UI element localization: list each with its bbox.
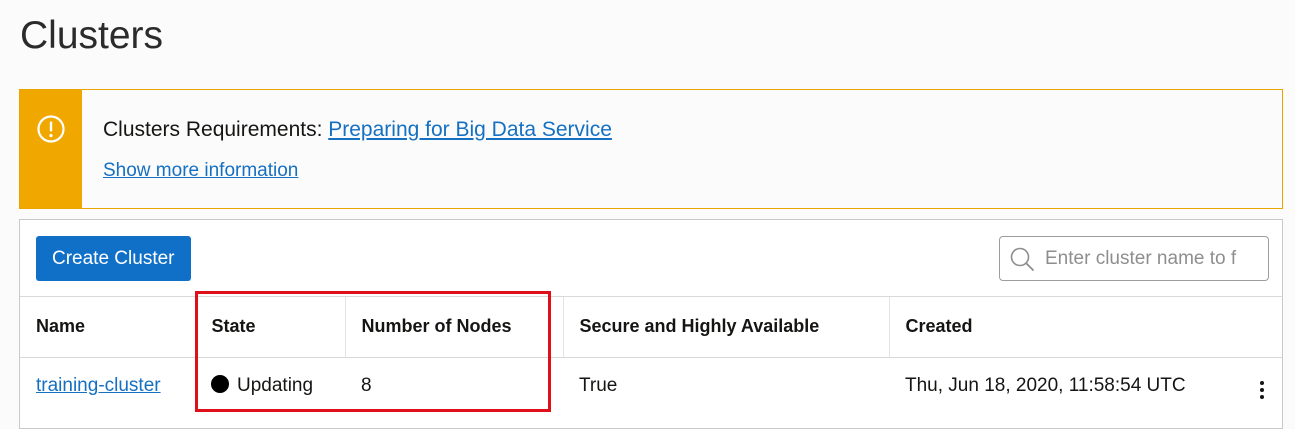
show-more-link[interactable]: Show more information	[103, 160, 298, 182]
secure-cell: True	[579, 375, 618, 397]
clusters-table: Name State Number of Nodes Secure and Hi…	[20, 297, 1282, 415]
column-header-state[interactable]: State	[194, 297, 345, 358]
created-cell: Thu, Jun 18, 2020, 11:58:54 UTC	[905, 375, 1186, 397]
requirements-notice: Clusters Requirements: Preparing for Big…	[19, 89, 1283, 209]
warning-circle-icon	[37, 115, 65, 143]
nodes-cell: 8	[361, 375, 372, 397]
column-header-secure[interactable]: Secure and Highly Available	[562, 297, 889, 358]
table-row: training-cluster Updating 8 True Thu, Ju…	[20, 357, 1282, 415]
toolbar: Create Cluster	[20, 220, 1282, 297]
cluster-name-link[interactable]: training-cluster	[36, 375, 161, 396]
search-box[interactable]	[999, 236, 1269, 281]
column-header-name[interactable]: Name	[20, 297, 195, 358]
state-text: Updating	[237, 375, 314, 397]
table-header-row: Name State Number of Nodes Secure and Hi…	[20, 297, 1282, 358]
search-icon	[1010, 247, 1034, 271]
notice-stripe	[20, 90, 82, 208]
clusters-panel: Create Cluster Name State Number of Node…	[19, 219, 1283, 429]
preparing-link[interactable]: Preparing for Big Data Service	[328, 118, 612, 141]
create-cluster-button[interactable]: Create Cluster	[36, 236, 191, 281]
column-header-nodes[interactable]: Number of Nodes	[344, 297, 563, 358]
notice-prefix: Clusters Requirements:	[103, 118, 329, 141]
row-actions-kebab-icon[interactable]	[1254, 377, 1270, 403]
state-indicator-icon	[211, 375, 229, 394]
search-input[interactable]	[1043, 246, 1263, 271]
state-cell: Updating	[195, 357, 345, 415]
column-header-created[interactable]: Created	[888, 297, 1282, 358]
page-title: Clusters	[20, 14, 164, 57]
notice-message: Clusters Requirements: Preparing for Big…	[103, 117, 612, 143]
